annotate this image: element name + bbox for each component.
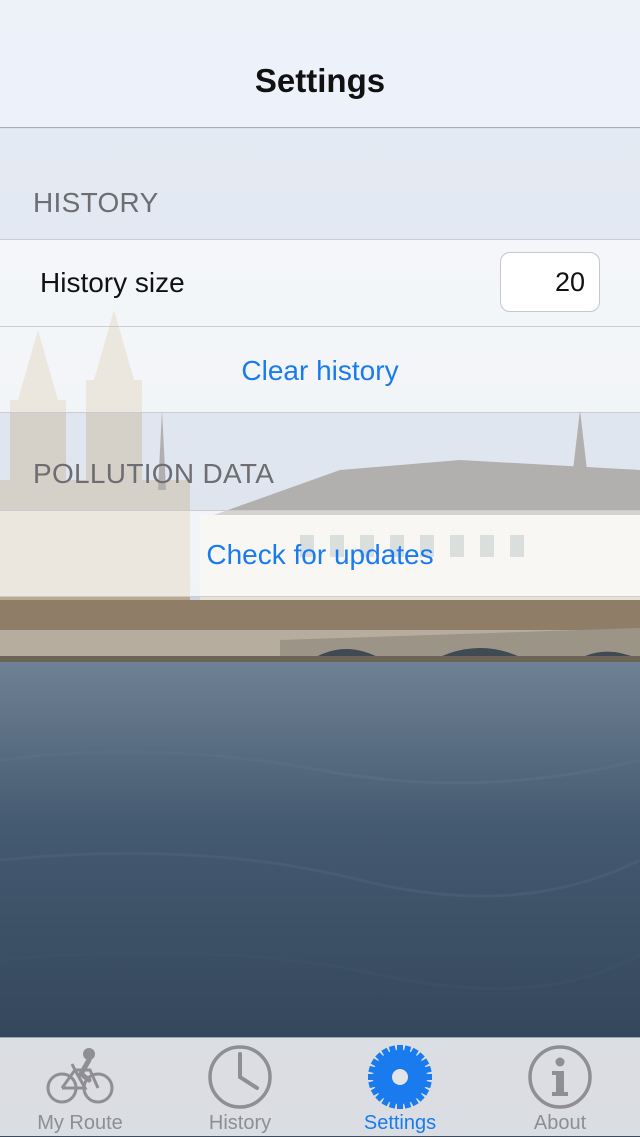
check-for-updates-button[interactable]: Check for updates [0, 510, 640, 597]
section-header-history: HISTORY [0, 129, 640, 239]
clear-history-button[interactable]: Clear history [0, 326, 640, 413]
check-for-updates-label: Check for updates [206, 539, 434, 570]
bicycle-icon [46, 1048, 114, 1104]
info-icon [528, 1045, 592, 1109]
section-header-pollution-data: POLLUTION DATA [0, 413, 640, 510]
navigation-bar: Settings [0, 0, 640, 128]
tab-settings[interactable]: Settings [320, 1038, 480, 1137]
clock-icon [208, 1045, 272, 1109]
tab-label: Settings [363, 1112, 437, 1134]
history-size-row: History size [0, 239, 640, 326]
tab-bar: My Route History Settings About [0, 1037, 640, 1136]
tab-label: About [533, 1112, 587, 1134]
tab-label: My Route [37, 1112, 123, 1134]
tab-my-route[interactable]: My Route [0, 1038, 160, 1137]
page-title: Settings [254, 62, 386, 99]
tab-history[interactable]: History [160, 1038, 320, 1137]
tab-about[interactable]: About [480, 1038, 640, 1137]
tab-label: History [208, 1112, 272, 1134]
section-header-label: POLLUTION DATA [33, 458, 275, 489]
history-size-label: History size [40, 267, 185, 298]
clear-history-label: Clear history [241, 355, 399, 386]
section-header-label: HISTORY [33, 187, 159, 218]
settings-table: HISTORY History size Clear history POLLU… [0, 129, 640, 597]
gear-icon [367, 1044, 433, 1110]
history-size-input[interactable] [500, 252, 600, 312]
